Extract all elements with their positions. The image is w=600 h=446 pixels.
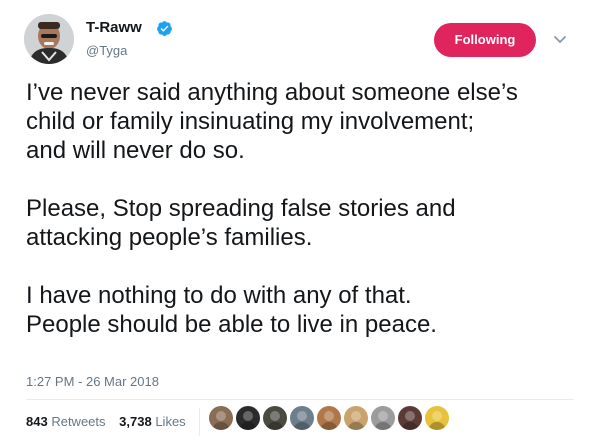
liker-avatar[interactable] bbox=[344, 406, 368, 430]
likes-label: Likes bbox=[155, 414, 186, 429]
liker-avatar[interactable] bbox=[317, 406, 341, 430]
verified-badge-icon bbox=[157, 21, 172, 36]
following-button[interactable]: Following bbox=[434, 23, 536, 57]
chevron-down-icon[interactable] bbox=[552, 31, 568, 47]
retweets-stat[interactable]: 843 Retweets bbox=[26, 414, 106, 429]
tweet-stats: 843 Retweets 3,738 Likes bbox=[26, 414, 196, 430]
tweet-line: Please, Stop spreading false stories and bbox=[26, 195, 456, 222]
liker-avatar[interactable] bbox=[371, 406, 395, 430]
author-handle[interactable]: @Tyga bbox=[86, 43, 127, 59]
tweet-paragraph: Please, Stop spreading false stories and… bbox=[26, 194, 586, 252]
retweets-label: Retweets bbox=[51, 414, 106, 429]
liker-avatar[interactable] bbox=[425, 406, 449, 430]
tweet-line: attacking people’s families. bbox=[26, 224, 313, 251]
tweet-paragraph: I’ve never said anything about someone e… bbox=[26, 78, 586, 165]
tweet-line: People should be able to live in peace. bbox=[26, 311, 437, 338]
tweet-line: and will never do so. bbox=[26, 137, 245, 164]
tweet-paragraph: I have nothing to do with any of that. P… bbox=[26, 281, 586, 339]
tweet-card: T-Raww @Tyga Following I’ve never said a… bbox=[0, 0, 600, 446]
likes-count: 3,738 bbox=[119, 414, 152, 429]
liker-avatar[interactable] bbox=[398, 406, 422, 430]
liker-avatar[interactable] bbox=[236, 406, 260, 430]
tweet-line: child or family insinuating my involveme… bbox=[26, 108, 475, 135]
author-display-name[interactable]: T-Raww bbox=[86, 19, 142, 37]
retweets-count: 843 bbox=[26, 414, 48, 429]
divider bbox=[26, 399, 574, 400]
tweet-text: I’ve never said anything about someone e… bbox=[26, 78, 586, 368]
liker-avatar[interactable] bbox=[209, 406, 233, 430]
liker-avatar[interactable] bbox=[263, 406, 287, 430]
likes-stat[interactable]: 3,738 Likes bbox=[119, 414, 186, 429]
tweet-timestamp[interactable]: 1:27 PM - 26 Mar 2018 bbox=[26, 374, 159, 390]
author-avatar[interactable] bbox=[24, 14, 74, 64]
stats-separator bbox=[199, 408, 200, 436]
tweet-line: I’ve never said anything about someone e… bbox=[26, 79, 518, 106]
tweet-line: I have nothing to do with any of that. bbox=[26, 282, 412, 309]
liker-avatar[interactable] bbox=[290, 406, 314, 430]
